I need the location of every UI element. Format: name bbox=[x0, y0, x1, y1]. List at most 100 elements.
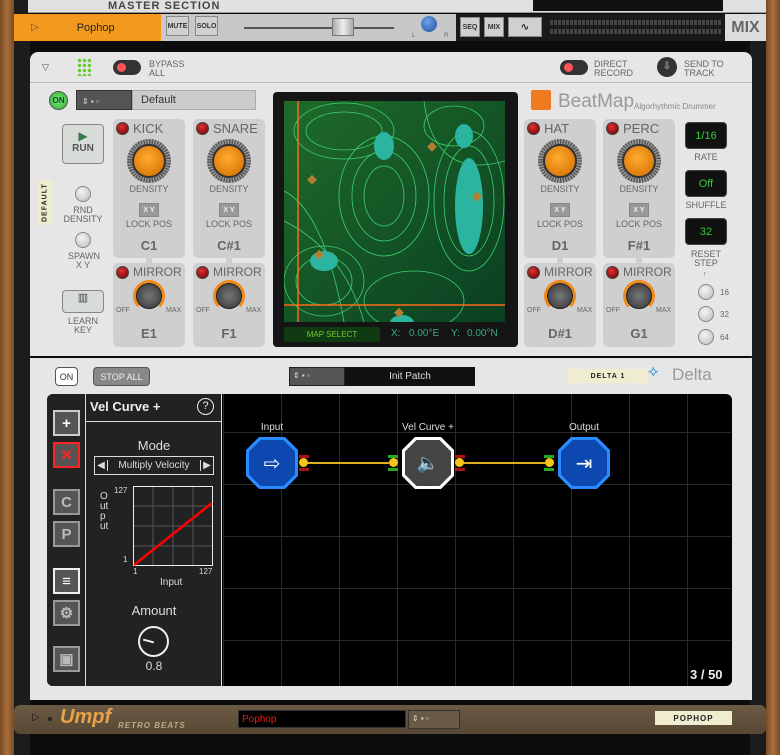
mute-button[interactable]: MUTE bbox=[166, 16, 189, 36]
mode-value: Multiply Velocity bbox=[118, 460, 190, 471]
p-button[interactable]: P bbox=[53, 521, 80, 547]
c-button[interactable]: C bbox=[53, 489, 80, 515]
mirror-led[interactable] bbox=[606, 266, 619, 279]
reset-32-button[interactable] bbox=[698, 306, 714, 322]
delta-preset-nav-buttons[interactable]: ⇕ ▪ ▫ bbox=[289, 367, 345, 386]
density-knob[interactable] bbox=[617, 139, 661, 183]
velcurve-out-port[interactable] bbox=[455, 455, 465, 471]
curve-x-axis-label: Input bbox=[160, 577, 183, 588]
density-label: DENSITY bbox=[209, 184, 249, 194]
output-in-port[interactable] bbox=[544, 455, 554, 471]
map-display[interactable]: MAP SELECT X: 0.00°E Y: 0.00°N bbox=[273, 92, 518, 347]
channel-mute-led[interactable] bbox=[116, 122, 129, 135]
direct-record-toggle[interactable] bbox=[560, 60, 588, 75]
channel-note: C1 bbox=[140, 238, 158, 253]
xy-lock-button[interactable]: X Y bbox=[550, 203, 570, 217]
reset-64-button[interactable] bbox=[698, 329, 714, 345]
pan-knob[interactable] bbox=[421, 16, 437, 32]
density-knob[interactable] bbox=[207, 139, 251, 183]
pan-right-label: R bbox=[444, 33, 449, 39]
delete-node-button[interactable]: ✕ bbox=[53, 442, 80, 468]
mode-selector[interactable]: ◀ Multiply Velocity ▶ bbox=[94, 456, 214, 475]
channel-1: SNARE DENSITY X Y LOCK POS C#1 bbox=[193, 119, 265, 258]
mix-button[interactable]: MIX bbox=[484, 17, 504, 37]
mirror-channel-2: MIRROR OFF MAX D#1 bbox=[524, 263, 596, 347]
spawn-xy-button[interactable] bbox=[75, 232, 91, 248]
reset-16-button[interactable] bbox=[698, 284, 714, 300]
fold-icon[interactable]: ▽ bbox=[42, 62, 49, 73]
mode-prev-icon[interactable]: ◀ bbox=[95, 460, 108, 471]
amount-knob[interactable] bbox=[138, 626, 169, 657]
volume-fader-handle[interactable] bbox=[332, 18, 354, 36]
density-knob[interactable] bbox=[127, 139, 171, 183]
input-out-port[interactable] bbox=[299, 455, 309, 471]
send-to-track-label: SEND TO TRACK bbox=[684, 59, 724, 78]
mirror-knob[interactable] bbox=[133, 280, 165, 312]
mirror-knob[interactable] bbox=[623, 280, 655, 312]
lock-pos-label: LOCK POS bbox=[615, 219, 662, 229]
mirror-led[interactable] bbox=[196, 266, 209, 279]
input-node[interactable]: ⇨ bbox=[246, 437, 298, 489]
learn-key-button[interactable]: ▥ bbox=[62, 290, 104, 313]
expand-icon[interactable]: ▷ bbox=[31, 22, 39, 33]
delta-on-button[interactable]: ON bbox=[55, 367, 78, 386]
mirror-knob[interactable] bbox=[213, 280, 245, 312]
bypass-label: BYPASS ALL bbox=[149, 59, 185, 78]
channel-mute-led[interactable] bbox=[527, 122, 540, 135]
bypass-toggle[interactable] bbox=[113, 60, 141, 75]
mode-next-icon[interactable]: ▶ bbox=[200, 460, 213, 471]
channel-mute-led[interactable] bbox=[606, 122, 619, 135]
delta-preset-name[interactable]: Init Patch bbox=[345, 367, 475, 386]
umpf-preset-nav-buttons[interactable]: ⇕ ▪ ▫ bbox=[408, 710, 460, 729]
stop-all-button[interactable]: STOP ALL bbox=[93, 367, 150, 386]
reset-step-label: RESET STEP bbox=[690, 249, 721, 268]
on-button[interactable]: ON bbox=[49, 91, 68, 110]
volume-fader-track bbox=[244, 27, 394, 29]
umpf-preset-name[interactable]: Pophop bbox=[238, 710, 406, 728]
keyboard-icon: ▥ bbox=[77, 292, 89, 304]
solo-button[interactable]: SOLO bbox=[195, 16, 218, 36]
contour-map[interactable] bbox=[284, 101, 505, 322]
preset-name[interactable]: Default bbox=[132, 90, 256, 110]
node-graph-grid[interactable] bbox=[223, 394, 731, 686]
density-knob-cap bbox=[622, 144, 656, 178]
delta-tape-label: DELTA 1 bbox=[568, 369, 648, 383]
waveform-icon[interactable]: ∿ bbox=[508, 17, 542, 37]
shuffle-display[interactable]: Off bbox=[685, 170, 727, 197]
map-select-button[interactable]: MAP SELECT bbox=[284, 327, 380, 342]
run-button[interactable]: ▶ RUN bbox=[62, 124, 104, 164]
track-name-area[interactable]: ▷ Pophop bbox=[14, 14, 161, 41]
xy-lock-button[interactable]: X Y bbox=[139, 203, 159, 217]
xy-lock-button[interactable]: X Y bbox=[219, 203, 239, 217]
rnd-density-button[interactable] bbox=[75, 186, 91, 202]
lock-pos-label: LOCK POS bbox=[536, 219, 583, 229]
rate-display[interactable]: 1/16 bbox=[685, 122, 727, 149]
vel-curve-node[interactable]: 🔈 bbox=[402, 437, 454, 489]
velcurve-in-port[interactable] bbox=[388, 455, 398, 471]
level-meter-left bbox=[550, 20, 722, 25]
mirror-knob-cap bbox=[547, 283, 573, 309]
output-node[interactable]: ⇥ bbox=[558, 437, 610, 489]
seq-button[interactable]: SEQ bbox=[460, 17, 480, 37]
mirror-led[interactable] bbox=[116, 266, 129, 279]
list-icon[interactable]: ≡ bbox=[53, 568, 80, 594]
reset-step-display[interactable]: 32 bbox=[685, 218, 727, 245]
add-node-button[interactable]: + bbox=[53, 410, 80, 436]
send-to-track-button[interactable]: ⇩ bbox=[657, 57, 677, 77]
master-meter bbox=[533, 0, 723, 11]
help-button[interactable]: ? bbox=[197, 398, 214, 415]
mirror-knob[interactable] bbox=[544, 280, 576, 312]
mirror-max-label: MAX bbox=[246, 307, 262, 314]
channel-name: KICK bbox=[133, 121, 164, 136]
mirror-knob-cap bbox=[626, 283, 652, 309]
channel-mute-led[interactable] bbox=[196, 122, 209, 135]
mirror-led[interactable] bbox=[527, 266, 540, 279]
gear-icon[interactable]: ⚙ bbox=[53, 600, 80, 626]
window-icon[interactable]: ▣ bbox=[53, 646, 80, 672]
preset-nav-buttons[interactable]: ⇕ ▪ ▫ bbox=[76, 90, 132, 110]
expand-icon[interactable]: ▷ bbox=[32, 712, 40, 723]
xy-lock-button[interactable]: X Y bbox=[629, 203, 649, 217]
mirror-channel-0: MIRROR OFF MAX E1 bbox=[113, 263, 185, 347]
mirror-label: MIRROR bbox=[133, 265, 182, 279]
density-knob[interactable] bbox=[538, 139, 582, 183]
